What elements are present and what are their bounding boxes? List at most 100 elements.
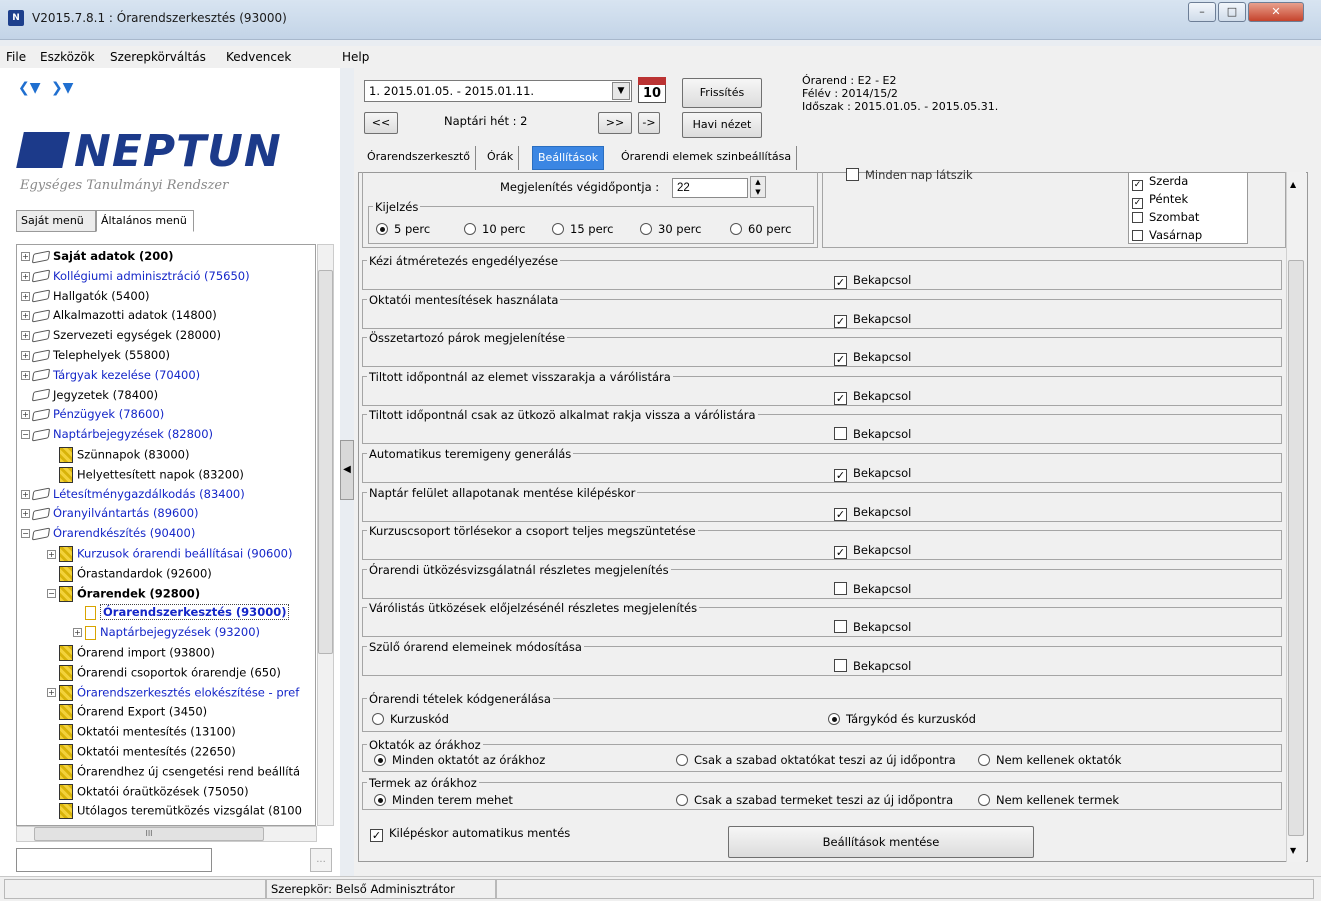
code-option-targykod[interactable]: Tárgykód és kurzuskód — [828, 712, 976, 726]
tree-item[interactable]: + Tárgyak kezelése (70400) — [21, 368, 200, 388]
tab-orak[interactable]: Órák — [482, 146, 520, 170]
expand-icon[interactable]: + — [21, 271, 30, 281]
tree-item[interactable]: − Órarendkészítés (90400) — [21, 526, 195, 546]
expand-icon[interactable]: + — [21, 489, 30, 499]
display-option-15[interactable]: 15 perc — [552, 222, 613, 236]
month-view-button[interactable]: Havi nézet — [682, 112, 762, 138]
expand-icon[interactable]: + — [21, 331, 30, 341]
autosave-checkbox[interactable]: ✓ Kilépéskor automatikus mentés — [370, 826, 570, 842]
tree-item[interactable]: Utólagos teremütközés vizsgálat (8100 — [47, 803, 302, 823]
menu-file[interactable]: File — [6, 50, 26, 64]
settings-scroll-thumb[interactable] — [1288, 260, 1304, 836]
expand-icon[interactable]: + — [21, 370, 30, 380]
tree-item[interactable]: Órarend import (93800) — [47, 645, 215, 665]
teachers-option-all[interactable]: Minden oktatót az órákhoz — [374, 753, 545, 767]
tree-item[interactable]: + Naptárbejegyzések (93200) — [73, 625, 260, 645]
prev-week-button[interactable]: << — [364, 112, 398, 134]
tab-beallitasok[interactable]: Beállítások — [532, 146, 605, 170]
tree-item[interactable]: − Naptárbejegyzések (82800) — [21, 427, 213, 447]
toggle-checkbox[interactable]: ✓ Bekapcsol — [834, 273, 911, 289]
day-pentek[interactable]: ✓ Péntek — [1132, 192, 1188, 209]
collapse-icon[interactable]: − — [21, 529, 30, 539]
scroll-down-icon[interactable]: ▼ — [1290, 846, 1296, 855]
day-szerda[interactable]: ✓ Szerda — [1132, 174, 1188, 191]
tree-item[interactable]: Oktatói mentesítés (13100) — [47, 724, 236, 744]
menu-search-input[interactable] — [16, 848, 212, 872]
day-vasarnap[interactable]: Vasárnap — [1132, 228, 1202, 242]
expand-icon[interactable]: + — [21, 291, 30, 301]
every-day-checkbox[interactable]: Minden nap látszik — [846, 168, 973, 182]
expand-icon[interactable]: + — [73, 628, 82, 638]
tree-item[interactable]: Oktatói mentesítés (22650) — [47, 744, 236, 764]
collapse-icon[interactable]: − — [47, 589, 56, 599]
menu-szerepkorvaltas[interactable]: Szerepkörváltás — [110, 50, 206, 64]
scroll-up-icon[interactable]: ▲ — [1290, 180, 1296, 189]
tree-item[interactable]: Órarend Export (3450) — [47, 704, 207, 724]
tree-item[interactable]: + Szervezeti egységek (28000) — [21, 328, 221, 348]
tree-item[interactable]: + Telephelyek (55800) — [21, 348, 170, 368]
menu-search-button[interactable]: ... — [310, 848, 332, 872]
teachers-option-none[interactable]: Nem kellenek oktatók — [978, 753, 1121, 767]
menu-kedvencek[interactable]: Kedvencek — [226, 50, 291, 64]
tab-altalanos-menu[interactable]: Általános menü — [96, 210, 194, 232]
tree-item[interactable]: + Órarendszerkesztés elokészítése - pref — [47, 684, 299, 705]
expand-icon[interactable]: + — [21, 509, 30, 519]
next-week-button[interactable]: >> — [598, 112, 632, 134]
expand-icon[interactable]: + — [47, 688, 56, 698]
tree-item[interactable]: Szünnapok (83000) — [47, 447, 189, 467]
back-arrow-icon[interactable]: ❮▼ — [18, 80, 41, 96]
display-option-10[interactable]: 10 perc — [464, 222, 525, 236]
day-szombat[interactable]: Szombat — [1132, 210, 1199, 224]
tree-item[interactable]: + Óranyilvántartás (89600) — [21, 506, 199, 526]
menu-help[interactable]: Help — [342, 50, 369, 64]
save-settings-button[interactable]: Beállítások mentése — [728, 826, 1034, 858]
expand-icon[interactable]: + — [21, 351, 30, 360]
collapse-icon[interactable]: − — [21, 430, 30, 440]
tab-sajat-menu[interactable]: Saját menü — [16, 210, 96, 232]
tree-hscroll-thumb[interactable]: III — [34, 827, 264, 841]
display-option-30[interactable]: 30 perc — [640, 222, 701, 236]
toggle-checkbox[interactable]: Bekapcsol — [834, 659, 911, 673]
toggle-checkbox[interactable]: ✓ Bekapcsol — [834, 543, 911, 560]
chevron-down-icon[interactable]: ▼ — [612, 82, 630, 100]
tree-item[interactable]: − Órarendek (92800) — [47, 585, 200, 606]
toggle-checkbox[interactable]: ✓ Bekapcsol — [834, 466, 911, 482]
tree-item[interactable]: + Kurzusok órarendi beállításai (90600) — [47, 546, 292, 566]
end-time-spinner[interactable]: ▲ ▼ — [750, 176, 766, 198]
display-option-5[interactable]: 5 perc — [376, 222, 430, 236]
toggle-checkbox[interactable]: Bekapcsol — [834, 581, 911, 596]
close-button[interactable]: ✕ — [1248, 2, 1304, 22]
week-select[interactable]: 1. 2015.01.05. - 2015.01.11. — [364, 80, 632, 102]
tree-item[interactable]: + Kollégiumi adminisztráció (75650) — [21, 269, 250, 289]
display-option-60[interactable]: 60 perc — [730, 222, 791, 236]
tree-item[interactable]: + Alkalmazotti adatok (14800) — [21, 308, 217, 328]
toggle-checkbox[interactable]: ✓ Bekapcsol — [834, 389, 911, 405]
maximize-button[interactable]: □ — [1218, 2, 1246, 22]
rooms-option-none[interactable]: Nem kellenek termek — [978, 793, 1119, 807]
tree-item[interactable]: Órarendszerkesztés (93000) — [73, 604, 290, 625]
collapse-panel-icon[interactable]: ◀ — [340, 440, 354, 500]
rooms-option-free[interactable]: Csak a szabad termeket teszi az új időpo… — [676, 793, 953, 807]
tree-item[interactable]: Jegyzetek (78400) — [21, 388, 158, 408]
toggle-checkbox[interactable]: ✓ Bekapcsol — [834, 312, 911, 328]
expand-icon[interactable]: + — [21, 311, 30, 321]
tree-item[interactable]: + Saját adatok (200) — [21, 249, 174, 269]
code-option-kurzuskod[interactable]: Kurzuskód — [372, 712, 449, 726]
tree-item[interactable]: + Pénzügyek (78600) — [21, 407, 164, 427]
toggle-checkbox[interactable]: Bekapcsol — [834, 427, 911, 441]
expand-icon[interactable]: + — [21, 410, 30, 420]
toggle-checkbox[interactable]: ✓ Bekapcsol — [834, 350, 911, 367]
tab-szinbeallitas[interactable]: Órarendi elemek szinbeállítása — [616, 146, 798, 170]
teachers-option-free[interactable]: Csak a szabad oktatókat teszi az új időp… — [676, 753, 956, 767]
tree-item[interactable]: Oktatói óraütközések (75050) — [47, 783, 249, 804]
refresh-button[interactable]: Frissítés — [682, 78, 762, 108]
rooms-option-all[interactable]: Minden terem mehet — [374, 793, 513, 807]
jump-button[interactable]: -> — [638, 112, 660, 134]
minimize-button[interactable]: – — [1188, 2, 1216, 22]
end-time-input[interactable] — [672, 178, 748, 198]
tree-item[interactable]: Órarendhez új csengetési rend beállítá — [47, 763, 300, 784]
toggle-checkbox[interactable]: Bekapcsol — [834, 620, 911, 634]
expand-icon[interactable]: + — [21, 252, 30, 261]
tab-orarendszerkeszto[interactable]: Órarendszerkesztő — [362, 146, 477, 170]
tree-item[interactable]: + Létesítménygazdálkodás (83400) — [21, 487, 245, 507]
